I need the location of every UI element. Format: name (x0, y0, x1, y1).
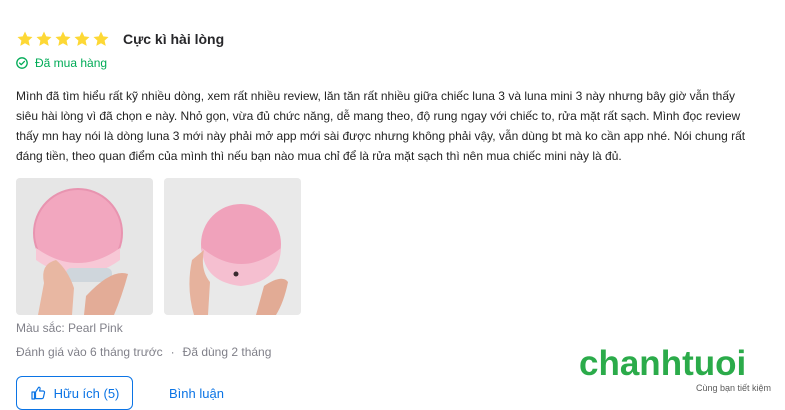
star-icon (74, 31, 90, 46)
comment-button[interactable]: Bình luận (169, 386, 224, 401)
meta-separator: · (170, 345, 175, 359)
star-icon (55, 31, 71, 46)
rating-stars (16, 30, 110, 48)
photo-back (164, 178, 301, 315)
product-color: Màu sắc: Pearl Pink (16, 321, 123, 335)
check-circle-icon (16, 57, 28, 69)
review-date: Đánh giá vào 6 tháng trước (16, 345, 163, 359)
thumbs-up-icon (31, 386, 45, 400)
usage-duration: Đã dùng 2 tháng (182, 345, 272, 359)
photo-front (16, 178, 153, 315)
star-icon (93, 31, 109, 46)
review-photo[interactable] (164, 178, 301, 315)
logo-wordmark: chanhtuoi (579, 344, 747, 383)
star-icon (36, 31, 52, 46)
review-header: Cực kì hài lòng (16, 28, 776, 50)
verified-label: Đã mua hàng (35, 56, 108, 70)
review-photo[interactable] (16, 178, 153, 315)
brand-logo: chanhtuoi Cùng bạn tiết kiệm (579, 346, 775, 396)
logo-tagline: Cùng bạn tiết kiệm (695, 383, 771, 393)
review-title: Cực kì hài lòng (123, 31, 225, 47)
star-icon (17, 31, 33, 46)
helpful-label: Hữu ích (5) (53, 385, 120, 401)
review-photos (16, 178, 776, 315)
verified-purchase: Đã mua hàng (16, 54, 776, 72)
review-content: Mình đã tìm hiểu rất kỹ nhiều dòng, xem … (16, 89, 746, 163)
